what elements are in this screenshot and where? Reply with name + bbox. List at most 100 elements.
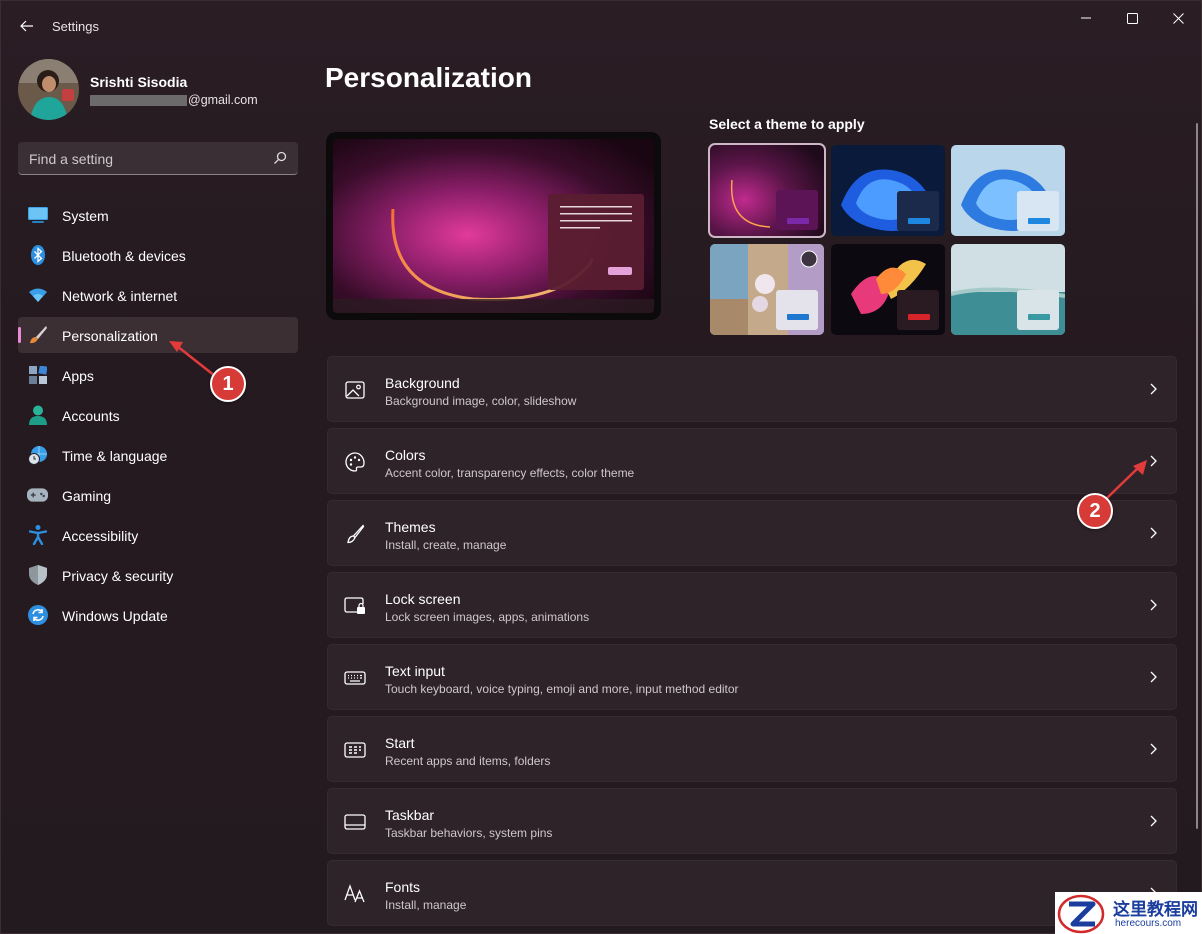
theme-tile-bloom-light[interactable] [951, 145, 1065, 236]
scrollbar[interactable] [1196, 123, 1198, 829]
sidebar-item-privacy[interactable]: Privacy & security [18, 557, 298, 593]
theme-tile-flow[interactable] [951, 244, 1065, 335]
setting-background[interactable]: Background Background image, color, slid… [327, 356, 1177, 422]
app-title: Settings [52, 19, 99, 34]
keyboard-icon [344, 667, 366, 689]
sidebar-item-label: Accounts [62, 408, 120, 424]
theme-heading: Select a theme to apply [709, 116, 865, 132]
setting-title: Start [385, 735, 415, 751]
chevron-right-icon [1150, 599, 1157, 611]
theme-tile-bloom-dark[interactable] [831, 145, 945, 236]
setting-title: Taskbar [385, 807, 435, 823]
settings-list: Background Background image, color, slid… [327, 356, 1177, 932]
setting-taskbar[interactable]: Taskbar Taskbar behaviors, system pins [327, 788, 1177, 854]
sidebar-item-gaming[interactable]: Gaming [18, 477, 298, 513]
active-indicator [18, 327, 21, 343]
person-icon [27, 405, 48, 425]
apps-icon [27, 365, 48, 385]
taskbar-icon [344, 811, 366, 833]
brush-icon [344, 523, 366, 545]
setting-fonts[interactable]: Fonts Install, manage [327, 860, 1177, 926]
setting-themes[interactable]: Themes Install, create, manage [327, 500, 1177, 566]
sidebar-item-accounts[interactable]: Accounts [18, 397, 298, 433]
setting-title: Lock screen [385, 591, 461, 607]
start-icon [344, 739, 366, 761]
sidebar-item-network[interactable]: Network & internet [18, 277, 298, 313]
page-title: Personalization [325, 62, 532, 93]
arrow-left-icon [20, 20, 33, 32]
setting-title: Themes [385, 519, 436, 535]
setting-start[interactable]: Start Recent apps and items, folders [327, 716, 1177, 782]
sidebar-item-system[interactable]: System [18, 197, 298, 233]
search-icon [274, 151, 287, 164]
sidebar-item-label: Privacy & security [62, 568, 174, 584]
sidebar-nav: System Bluetooth & devices Network & int… [18, 197, 298, 637]
setting-subtitle: Background image, color, slideshow [385, 394, 577, 408]
sidebar-item-windows-update[interactable]: Windows Update [18, 597, 298, 633]
watermark-title: 这里教程网 [1113, 900, 1198, 920]
maximize-button[interactable] [1109, 7, 1155, 29]
watermark-logo-icon [1055, 892, 1105, 934]
lock-screen-icon [344, 595, 366, 617]
avatar[interactable] [18, 59, 79, 120]
sidebar-item-label: Network & internet [62, 288, 178, 304]
close-button[interactable] [1155, 7, 1201, 29]
search-input[interactable]: Find a setting [18, 142, 298, 175]
minimize-button[interactable] [1063, 7, 1109, 29]
annotation-badge-1: 1 [210, 366, 246, 402]
back-button[interactable] [13, 13, 41, 39]
theme-tile-glow[interactable] [708, 143, 826, 238]
email-redaction [90, 95, 187, 106]
setting-subtitle: Install, create, manage [385, 538, 507, 552]
sidebar-item-label: Gaming [62, 488, 112, 504]
globe-clock-icon [27, 445, 48, 465]
setting-title: Fonts [385, 879, 421, 895]
monitor-icon [27, 205, 48, 225]
sidebar-item-bluetooth[interactable]: Bluetooth & devices [18, 237, 298, 273]
preview-wallpaper [333, 139, 654, 313]
chevron-right-icon [1150, 455, 1157, 467]
setting-subtitle: Touch keyboard, voice typing, emoji and … [385, 682, 739, 696]
sidebar-item-label: Windows Update [62, 608, 168, 624]
maximize-icon [1126, 12, 1138, 24]
minimize-icon [1081, 17, 1091, 19]
sidebar-item-accessibility[interactable]: Accessibility [18, 517, 298, 553]
theme-tile-spotlight[interactable] [710, 244, 824, 335]
sidebar-item-label: Apps [62, 368, 94, 384]
sidebar-item-personalization[interactable]: Personalization [18, 317, 298, 353]
theme-gallery [708, 143, 1065, 336]
chevron-right-icon [1150, 743, 1157, 755]
search-placeholder: Find a setting [29, 151, 114, 167]
paintbrush-icon [27, 325, 48, 345]
sidebar-item-label: Bluetooth & devices [62, 248, 186, 264]
setting-title: Colors [385, 447, 426, 463]
setting-text-input[interactable]: Text input Touch keyboard, voice typing,… [327, 644, 1177, 710]
sidebar-item-label: Personalization [62, 328, 158, 344]
sidebar-item-label: Accessibility [62, 528, 139, 544]
watermark: 这里教程网 herecours.com [1055, 892, 1202, 934]
setting-colors[interactable]: Colors Accent color, transparency effect… [327, 428, 1177, 494]
settings-window: Settings Srishti Sisodia @gmail.com Find… [0, 0, 1202, 934]
update-icon [27, 605, 48, 625]
image-icon [344, 379, 366, 401]
sidebar-item-label: Time & language [62, 448, 168, 464]
palette-icon [344, 451, 366, 473]
accessibility-icon [27, 525, 48, 545]
annotation-badge-2: 2 [1077, 493, 1113, 529]
wifi-icon [27, 285, 48, 305]
chevron-right-icon [1150, 671, 1157, 683]
setting-subtitle: Accent color, transparency effects, colo… [385, 466, 635, 480]
gamepad-icon [27, 485, 48, 505]
setting-lock-screen[interactable]: Lock screen Lock screen images, apps, an… [327, 572, 1177, 638]
setting-title: Background [385, 375, 460, 391]
sidebar-item-apps[interactable]: Apps [18, 357, 298, 393]
close-icon [1172, 12, 1184, 24]
theme-tile-captured-motion[interactable] [831, 244, 945, 335]
chevron-right-icon [1150, 815, 1157, 827]
title-bar: Settings [1, 1, 1201, 51]
shield-icon [27, 565, 48, 585]
sidebar-item-time-language[interactable]: Time & language [18, 437, 298, 473]
watermark-url: herecours.com [1115, 918, 1182, 929]
setting-subtitle: Recent apps and items, folders [385, 754, 551, 768]
chevron-right-icon [1150, 527, 1157, 539]
